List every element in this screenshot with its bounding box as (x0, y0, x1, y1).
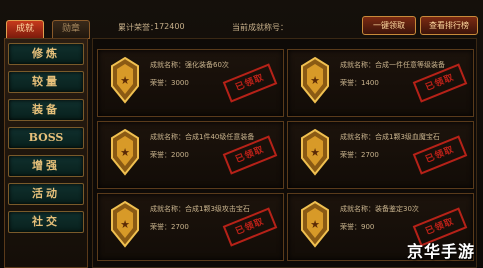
achievement-name-label: 成就名称： (150, 205, 185, 213)
view-ranking-button[interactable]: 查看排行榜 (420, 16, 478, 35)
sidebar-item-boss[interactable]: BOSS (8, 127, 84, 149)
claim-all-button[interactable]: 一键领取 (362, 16, 416, 35)
achievement-name: 强化装备60次 (185, 61, 229, 69)
svg-text:★: ★ (310, 146, 320, 159)
sidebar: 修炼 较量 装备 BOSS 增强 活动 社交 (4, 38, 88, 268)
medal-icon: ★ (111, 56, 139, 104)
achievement-name-label: 成就名称： (340, 205, 375, 213)
achievement-card: ★ 成就名称：合成1颗3级血魔宝石 荣誉：2700 已领取 (287, 121, 474, 189)
watermark: 京华手游 (406, 242, 475, 261)
medal-icon: ★ (301, 200, 329, 248)
achievement-name: 装备鉴定30次 (375, 205, 419, 213)
achievement-honor: 2700 (361, 151, 379, 159)
svg-text:★: ★ (120, 218, 130, 231)
sidebar-item-enhance[interactable]: 增强 (8, 155, 84, 177)
achievement-honor-label: 荣誉： (150, 79, 171, 87)
medal-icon: ★ (301, 128, 329, 176)
achievement-honor: 3000 (171, 79, 189, 87)
achievement-card: ★ 成就名称：合成1颗3级攻击宝石 荣誉：2700 已领取 (97, 193, 284, 261)
svg-text:★: ★ (310, 74, 320, 87)
achievement-panel: ★ 成就名称：强化装备60次 荣誉：3000 已领取 ★ 成就名称：合成一件任意… (92, 38, 477, 268)
medal-icon: ★ (111, 128, 139, 176)
achievement-name: 合成1颗3级血魔宝石 (375, 133, 440, 141)
sidebar-item-social[interactable]: 社交 (8, 211, 84, 233)
achievement-name-label: 成就名称： (150, 133, 185, 141)
achievement-name-label: 成就名称： (340, 61, 375, 69)
achievement-honor: 900 (361, 223, 375, 231)
medal-icon: ★ (301, 56, 329, 104)
sidebar-item-equipment[interactable]: 装备 (8, 99, 84, 121)
game-window: 成就 勋章 累计荣誉： 172400 当前成就称号： 一键领取 查看排行榜 修炼… (0, 0, 483, 268)
svg-text:★: ★ (310, 218, 320, 231)
achievement-honor-label: 荣誉： (340, 151, 361, 159)
sidebar-item-duel[interactable]: 较量 (8, 71, 84, 93)
achievement-honor-label: 荣誉： (150, 223, 171, 231)
current-title-label: 当前成就称号： (232, 23, 288, 32)
achievement-name: 合成1颗3级攻击宝石 (185, 205, 250, 213)
achievement-honor: 2700 (171, 223, 189, 231)
sidebar-item-activity[interactable]: 活动 (8, 183, 84, 205)
total-honor-value: 172400 (154, 22, 185, 31)
achievement-card: ★ 成就名称：合成1件40级任意装备 荣誉：2000 已领取 (97, 121, 284, 189)
tab-medal[interactable]: 勋章 (52, 20, 90, 39)
achievement-name-label: 成就名称： (340, 133, 375, 141)
svg-text:★: ★ (120, 146, 130, 159)
tab-achievement[interactable]: 成就 (6, 20, 44, 39)
achievement-name-label: 成就名称： (150, 61, 185, 69)
sidebar-item-cultivate[interactable]: 修炼 (8, 43, 84, 65)
achievement-name: 合成一件任意等级装备 (375, 61, 445, 69)
achievement-honor: 2000 (171, 151, 189, 159)
achievement-name: 合成1件40级任意装备 (185, 133, 255, 141)
achievement-honor-label: 荣誉： (340, 79, 361, 87)
achievement-honor-label: 荣誉： (150, 151, 171, 159)
medal-icon: ★ (111, 200, 139, 248)
svg-text:★: ★ (120, 74, 130, 87)
total-honor-label: 累计荣誉： (118, 23, 158, 32)
achievement-card: ★ 成就名称：合成一件任意等级装备 荣誉：1400 已领取 (287, 49, 474, 117)
achievement-card: ★ 成就名称：强化装备60次 荣誉：3000 已领取 (97, 49, 284, 117)
claimed-stamp: 已领取 (222, 63, 278, 103)
achievement-honor-label: 荣誉： (340, 223, 361, 231)
achievement-honor: 1400 (361, 79, 379, 87)
